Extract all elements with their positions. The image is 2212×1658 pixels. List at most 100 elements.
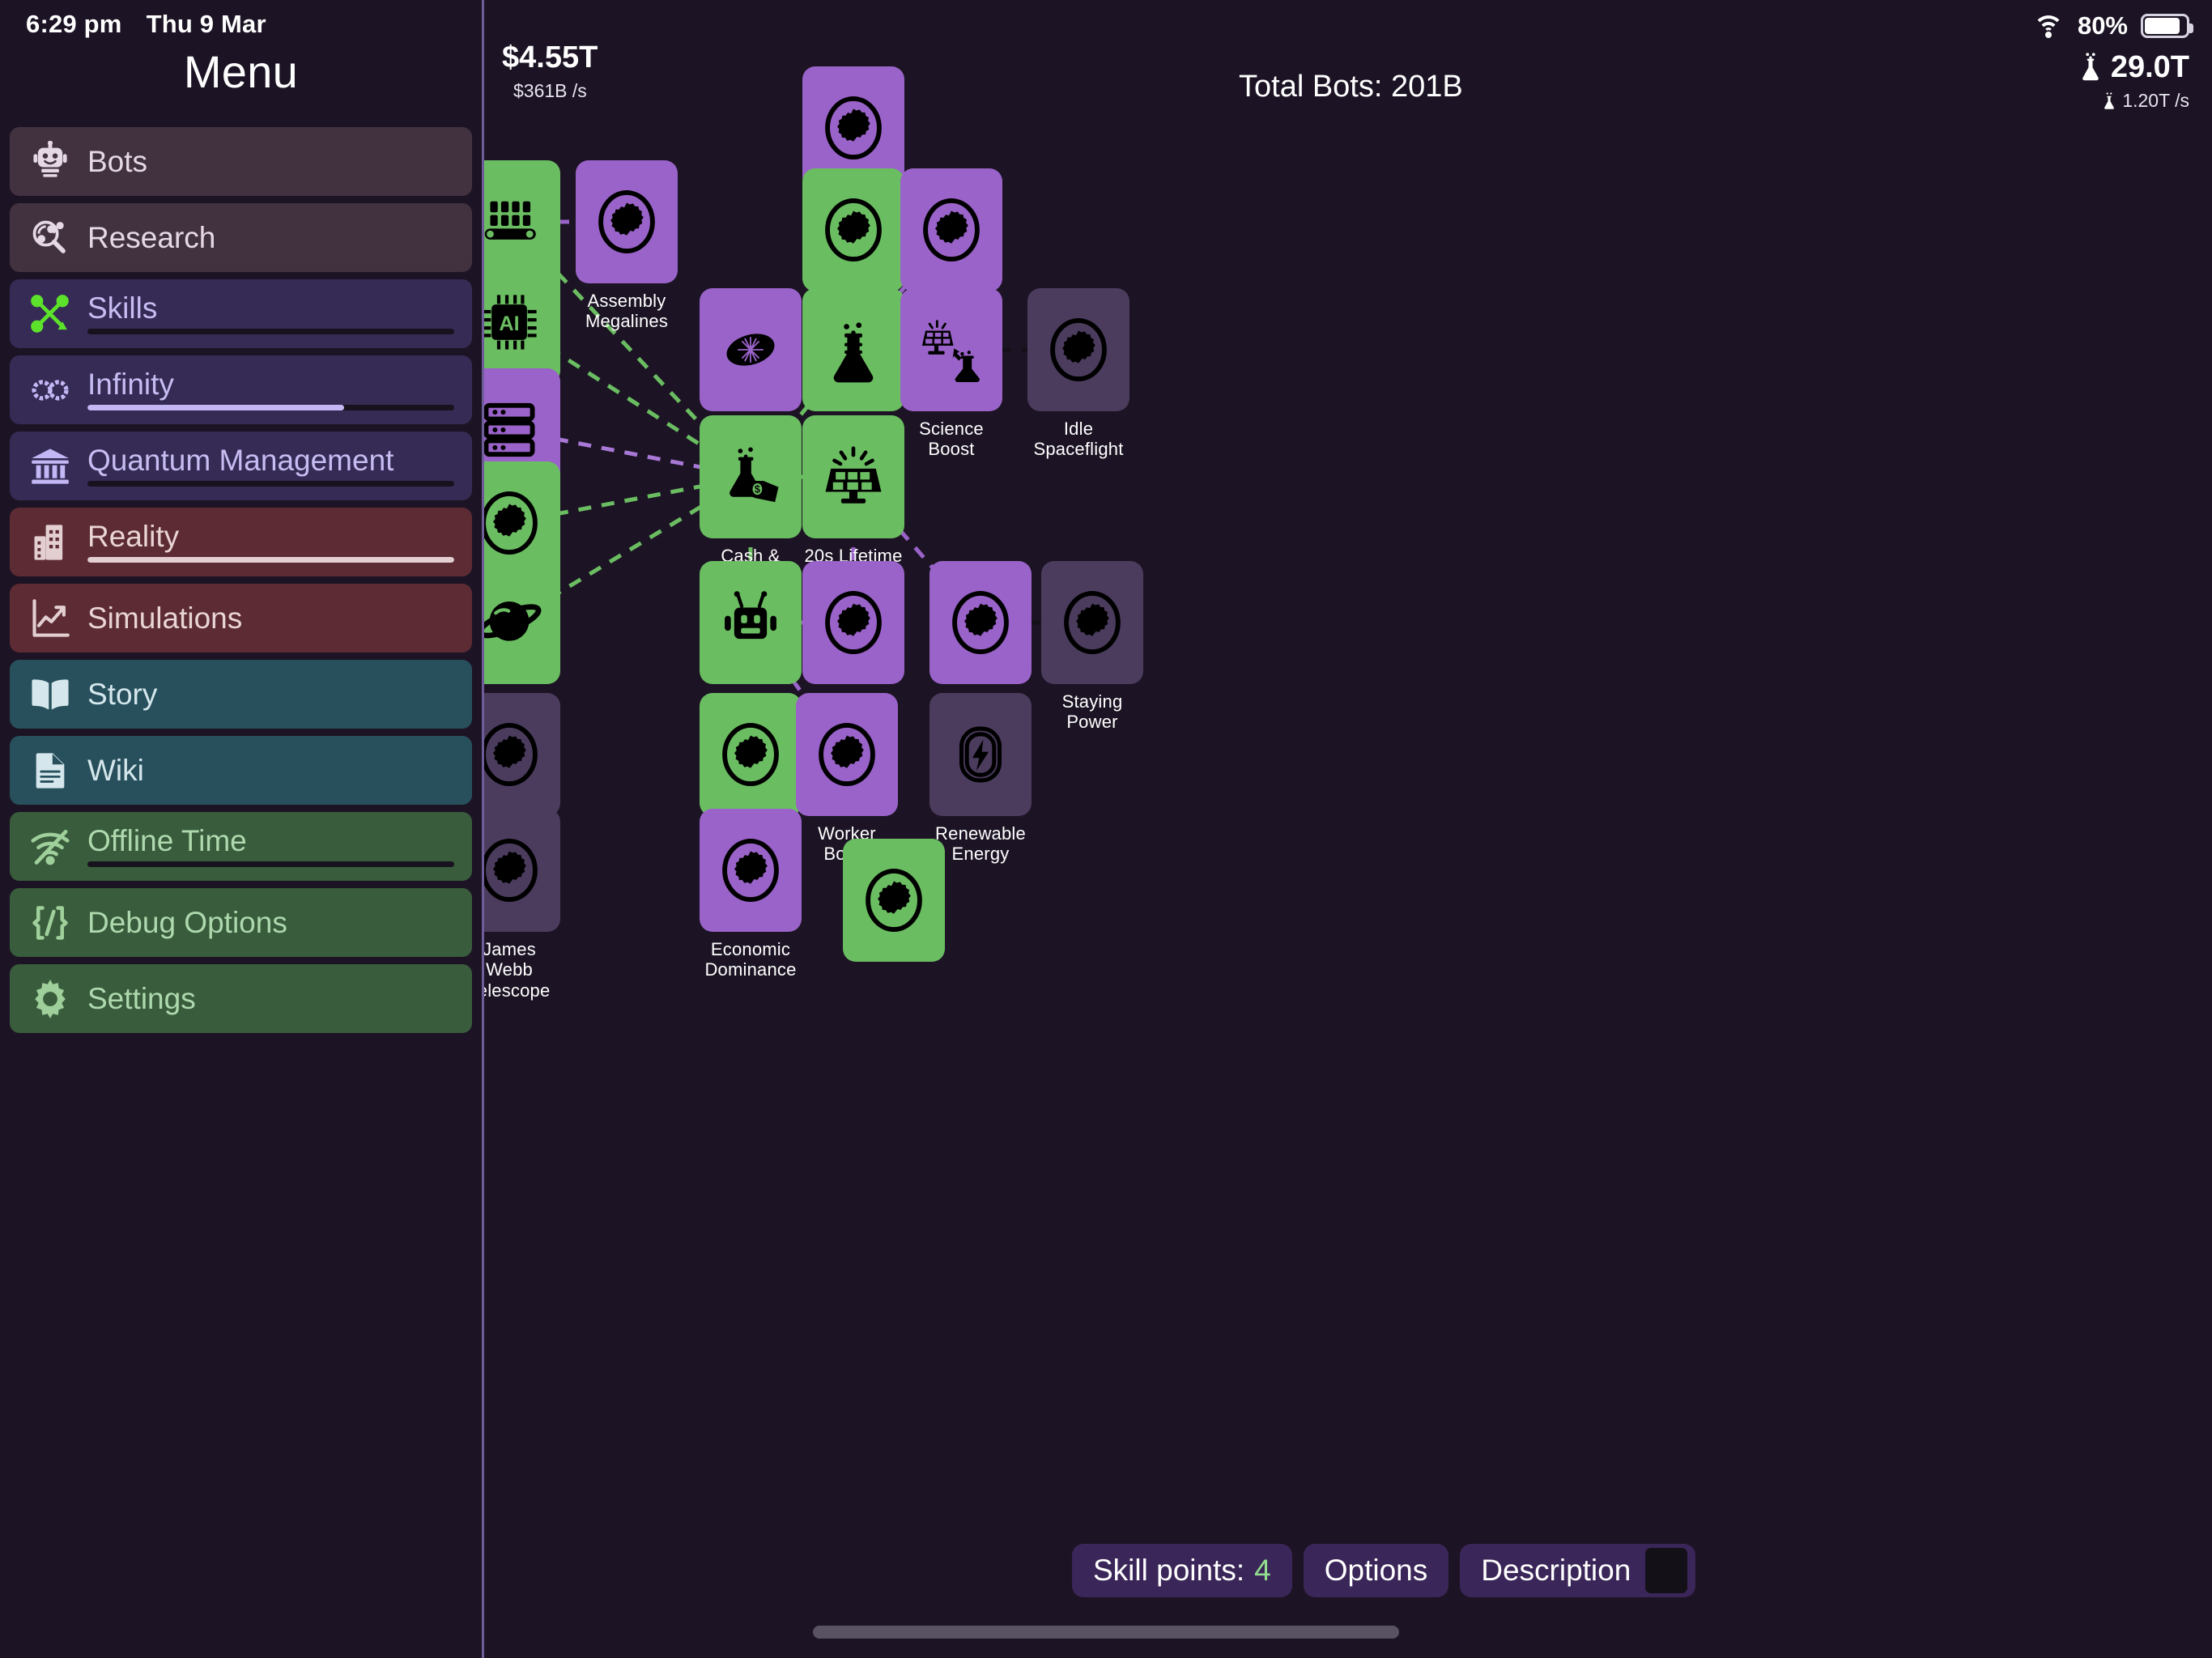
sidebar-item-label: Offline Time: [87, 824, 247, 857]
gear-in-circle-icon[interactable]: [802, 561, 904, 684]
skill-node-extra-node[interactable]: [843, 839, 945, 969]
svg-text:$: $: [755, 483, 760, 495]
cash-hud: $4.55T $361B /s: [502, 42, 598, 102]
gear-in-circle-icon[interactable]: [1041, 561, 1143, 684]
sidebar-item-content: Infinity: [87, 369, 454, 410]
skill-node-science-boost[interactable]: Science Boost: [900, 288, 1002, 460]
skill-node-economic-dominance[interactable]: Economic Dominance: [700, 809, 802, 980]
skill-node-androids[interactable]: Androids: [802, 561, 904, 712]
sidebar-item-content: Settings: [87, 984, 454, 1014]
skill-node-staying-power[interactable]: Staying Power: [1041, 561, 1143, 733]
sidebar-item-quantum-management[interactable]: Quantum Management: [10, 432, 472, 500]
cash-rate: $361B /s: [513, 80, 587, 101]
solar-panel-icon[interactable]: [802, 415, 904, 538]
gear-in-circle-icon[interactable]: [700, 809, 802, 932]
skill-node-label: Science Boost: [919, 419, 984, 460]
wifi-off-icon: [28, 824, 73, 869]
gear-in-circle-icon[interactable]: [700, 693, 802, 816]
gear-in-circle-icon[interactable]: [900, 168, 1002, 291]
skill-points-label: Skill points:: [1093, 1554, 1245, 1587]
particle-icon[interactable]: [700, 288, 802, 411]
sidebar-item-progress: [87, 481, 454, 487]
sidebar-item-label: Story: [87, 678, 158, 711]
microscope-icon: [28, 215, 73, 261]
status-bar-left: 6:29 pm Thu 9 Mar: [26, 10, 266, 39]
gear-in-circle-icon[interactable]: [576, 160, 678, 283]
sidebar-item-content: Reality: [87, 521, 454, 563]
flask-icon: [2078, 52, 2103, 83]
sidebar-item-content: Story: [87, 679, 454, 709]
flask-cash-icon[interactable]: $: [700, 415, 802, 538]
sidebar-item-content: Debug Options: [87, 908, 454, 937]
sidebar-item-settings[interactable]: Settings: [10, 964, 472, 1033]
horizontal-scrollbar[interactable]: [813, 1626, 1399, 1639]
wifi-icon: [2032, 14, 2065, 38]
gear-icon: [28, 976, 73, 1022]
sidebar-menu-list: Bots Research Skills Infinity Quantum Manage…: [0, 127, 482, 1033]
status-date: Thu 9 Mar: [146, 10, 266, 38]
skill-node-label: Idle Spaceflight: [1033, 419, 1124, 460]
sidebar-item-skills[interactable]: Skills: [10, 279, 472, 348]
skill-node-idle-spaceflight[interactable]: Idle Spaceflight: [1027, 288, 1129, 460]
system-status-bar: 6:29 pm Thu 9 Mar 80%: [0, 0, 2212, 50]
sidebar-item-story[interactable]: Story: [10, 660, 472, 729]
sidebar-item-content: Wiki: [87, 755, 454, 785]
skill-node-label: Economic Dominance: [704, 939, 797, 980]
sidebar-item-progress: [87, 557, 454, 563]
sidebar-item-label: Infinity: [87, 368, 174, 401]
line-chart-icon: [28, 596, 73, 641]
sidebar-item-content: Skills: [87, 293, 454, 334]
status-time: 6:29 pm: [26, 10, 122, 38]
sidebar-item-progress: [87, 329, 454, 334]
robot-head-icon[interactable]: [700, 561, 802, 684]
skill-tree-nodes: Scientific DominanceAssembly LinesAssemb…: [325, 0, 2212, 1658]
sidebar-item-simulations[interactable]: Simulations: [10, 584, 472, 653]
buildings-icon: [28, 520, 73, 565]
description-toggle[interactable]: [1645, 1548, 1688, 1593]
gear-in-circle-icon[interactable]: [1027, 288, 1129, 411]
sidebar: Menu Bots Research Skills Infinity Quantum M…: [0, 0, 484, 1658]
sidebar-item-label: Reality: [87, 520, 180, 553]
status-bar-right: 80%: [2032, 11, 2193, 40]
battery-bolt-icon[interactable]: [929, 693, 1032, 816]
sidebar-item-offline-time[interactable]: Offline Time: [10, 812, 472, 881]
options-button[interactable]: Options: [1303, 1544, 1449, 1597]
sidebar-item-label: Quantum Management: [87, 444, 394, 477]
gear-in-circle-icon[interactable]: [843, 839, 945, 962]
panel-flask-icon[interactable]: [900, 288, 1002, 411]
sidebar-item-content: Simulations: [87, 603, 454, 633]
page-title: Menu: [183, 46, 299, 97]
sidebar-item-debug-options[interactable]: Debug Options: [10, 888, 472, 957]
skill-points-value: 4: [1254, 1554, 1271, 1587]
skill-node-twenty-s-lifetime[interactable]: 20s Lifetime: [802, 415, 904, 566]
sidebar-item-label: Simulations: [87, 602, 243, 635]
skill-node-label: Staying Power: [1061, 691, 1123, 733]
description-label: Description: [1481, 1554, 1631, 1587]
sidebar-item-content: Bots: [87, 147, 454, 176]
infinity-icon: [28, 368, 73, 413]
gear-in-circle-icon[interactable]: [796, 693, 898, 816]
sidebar-item-wiki[interactable]: Wiki: [10, 736, 472, 805]
sidebar-item-infinity[interactable]: Infinity: [10, 355, 472, 424]
skill-node-assembly-megalines[interactable]: Assembly Megalines: [576, 160, 678, 332]
science-amount-row: 29.0T: [2078, 52, 2189, 83]
science-amount: 29.0T: [2110, 50, 2189, 84]
skill-tree-canvas[interactable]: Scientific DominanceAssembly LinesAssemb…: [325, 0, 2212, 1658]
description-button[interactable]: Description: [1460, 1544, 1696, 1597]
sidebar-item-label: Settings: [87, 982, 196, 1015]
sidebar-item-reality[interactable]: Reality: [10, 508, 472, 576]
sidebar-item-progress: [87, 861, 454, 867]
sidebar-item-label: Debug Options: [87, 906, 287, 939]
gear-in-circle-icon[interactable]: [802, 168, 904, 291]
sidebar-item-bots[interactable]: Bots: [10, 127, 472, 196]
sidebar-item-progress: [87, 405, 454, 410]
gear-in-circle-icon[interactable]: [929, 561, 1032, 684]
flask-icon[interactable]: [802, 288, 904, 411]
robot-icon: [28, 139, 73, 185]
code-braces-icon: [28, 900, 73, 946]
sidebar-item-content: Quantum Management: [87, 445, 454, 487]
sidebar-item-research[interactable]: Research: [10, 203, 472, 272]
skill-points-button[interactable]: Skill points: 4: [1072, 1544, 1292, 1597]
document-icon: [28, 748, 73, 793]
skill-node-label: Assembly Megalines: [585, 291, 669, 332]
